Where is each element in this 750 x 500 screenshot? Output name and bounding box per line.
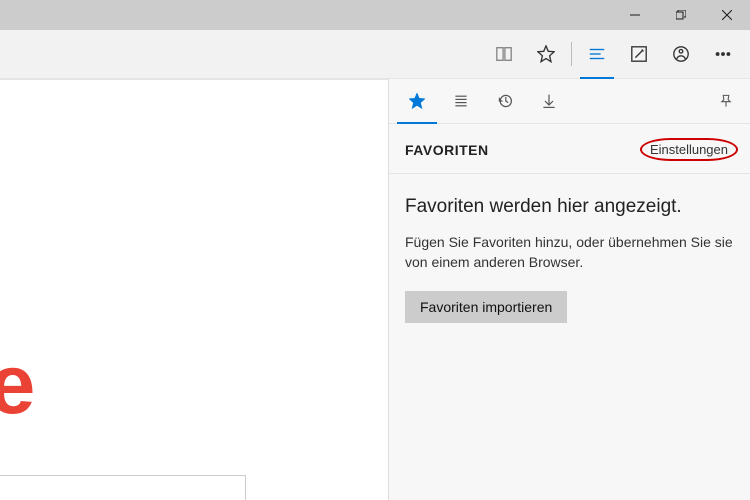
toolbar [0, 30, 750, 79]
content-area: gle gut Glück! [0, 79, 750, 500]
window-title-bar [0, 0, 750, 30]
hub-tab-history[interactable] [483, 79, 527, 123]
hub-tab-reading-list[interactable] [439, 79, 483, 123]
google-logo: gle [0, 342, 32, 426]
web-note-icon[interactable] [618, 30, 660, 78]
reading-view-icon[interactable] [483, 30, 525, 78]
favorites-empty-heading: Favoriten werden hier angezeigt. [405, 196, 734, 218]
hub-tab-downloads[interactable] [527, 79, 571, 123]
share-icon[interactable] [660, 30, 702, 78]
hub-tabs [389, 79, 750, 124]
toolbar-separator [571, 42, 572, 66]
more-icon[interactable] [702, 30, 744, 78]
import-favorites-button[interactable]: Favoriten importieren [405, 291, 567, 323]
web-page: gle gut Glück! [0, 79, 388, 500]
hub-icon[interactable] [576, 30, 618, 78]
hub-tab-favorites[interactable] [395, 79, 439, 123]
restore-button[interactable] [658, 0, 704, 30]
favorite-star-icon[interactable] [525, 30, 567, 78]
favorites-settings-link[interactable]: Einstellungen [640, 138, 738, 161]
hub-header: FAVORITEN Einstellungen [389, 124, 750, 174]
minimize-button[interactable] [612, 0, 658, 30]
search-input[interactable] [0, 475, 246, 500]
pin-icon[interactable] [708, 94, 744, 108]
favorites-empty-subtext: Fügen Sie Favoriten hinzu, oder übernehm… [405, 232, 734, 273]
close-button[interactable] [704, 0, 750, 30]
hub-panel: FAVORITEN Einstellungen Favoriten werden… [388, 79, 750, 500]
logo-letter: e [0, 337, 32, 431]
toolbar-right [483, 30, 744, 78]
hub-title: FAVORITEN [405, 142, 489, 158]
hub-body: Favoriten werden hier angezeigt. Fügen S… [389, 174, 750, 339]
